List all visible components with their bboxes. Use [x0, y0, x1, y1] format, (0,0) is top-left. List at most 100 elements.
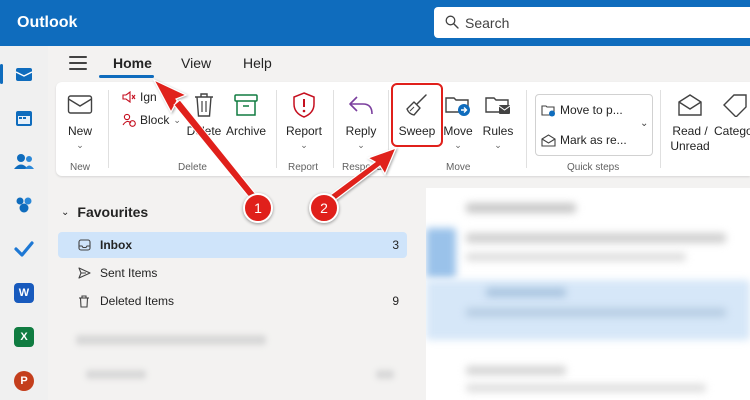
sweep-button[interactable]: Sweep — [396, 90, 438, 139]
group-label-report: Report — [288, 162, 319, 173]
new-label: New — [67, 124, 92, 138]
blurred-accent — [426, 228, 456, 278]
search-placeholder: Search — [465, 15, 510, 31]
categorize-label: Catego — [714, 124, 750, 138]
move-folder-icon — [445, 97, 470, 116]
new-button[interactable]: New ⌄ — [64, 90, 96, 151]
rail-todo-button[interactable] — [0, 227, 48, 271]
block-button[interactable]: Block ⌄ — [122, 113, 181, 127]
quick-step-mark-as-read-label: Mark as re... — [560, 133, 627, 147]
folder-label: Sent Items — [100, 266, 158, 280]
rail-people-button[interactable] — [0, 139, 48, 183]
archive-icon — [234, 94, 258, 116]
rail-mail-button[interactable] — [0, 52, 48, 96]
block-chevron-icon: ⌄ — [173, 114, 181, 125]
word-icon: W — [14, 283, 34, 303]
powerpoint-icon: P — [14, 371, 34, 391]
archive-button[interactable]: Archive — [224, 90, 268, 139]
rail-word-button[interactable]: W — [0, 271, 48, 315]
read-unread-label-line2: Unread — [670, 139, 710, 153]
broom-icon — [406, 94, 427, 116]
todo-check-icon — [14, 241, 34, 257]
app-title: Outlook — [17, 14, 78, 31]
report-button[interactable]: Report ⌄ — [284, 90, 324, 151]
blurred-line — [486, 288, 566, 297]
blurred-line — [466, 233, 726, 243]
mail-icon — [15, 68, 33, 81]
folder-item-inbox[interactable]: Inbox 3 — [58, 232, 407, 258]
ribbon-separator — [276, 90, 277, 168]
menu-hamburger-icon[interactable] — [69, 56, 87, 70]
move-chevron-icon: ⌄ — [454, 140, 462, 150]
blurred-folder — [86, 370, 146, 379]
categorize-button[interactable]: Catego — [714, 90, 750, 139]
app-rail: W X P — [0, 46, 48, 400]
tab-view[interactable]: View — [181, 55, 211, 71]
move-label: Move — [443, 124, 473, 138]
delete-button[interactable]: Delete — [184, 90, 224, 139]
reply-arrow-icon — [349, 96, 373, 115]
unread-count: 9 — [392, 294, 399, 308]
rules-button[interactable]: Rules ⌄ — [480, 90, 516, 151]
ignore-button[interactable]: Ign — [122, 90, 157, 104]
search-box[interactable]: Search — [434, 7, 750, 38]
blurred-line — [466, 384, 706, 392]
search-icon — [445, 15, 459, 29]
report-chevron-icon: ⌄ — [300, 140, 308, 150]
group-label-delete: Delete — [178, 162, 207, 173]
quick-step-move-to[interactable]: Move to p... — [541, 103, 623, 117]
unread-count: 3 — [392, 238, 399, 252]
delete-label: Delete — [186, 124, 222, 138]
group-label-quick-steps: Quick steps — [567, 162, 620, 173]
blurred-line — [466, 308, 726, 317]
report-label: Report — [285, 124, 323, 138]
blurred-count — [376, 370, 394, 379]
read-unread-button[interactable]: Read / Unread — [667, 90, 713, 154]
quick-step-mark-as-read[interactable]: Mark as re... — [541, 133, 627, 147]
ignore-icon — [122, 91, 136, 103]
ribbon-separator — [108, 90, 109, 168]
group-label-move: Move — [446, 162, 471, 173]
rail-powerpoint-button[interactable]: P — [0, 359, 48, 400]
new-mail-icon — [67, 95, 93, 114]
tab-home[interactable]: Home — [113, 55, 152, 71]
message-list — [426, 188, 750, 400]
chevron-down-icon: ⌄ — [61, 206, 70, 218]
rules-icon — [485, 97, 511, 114]
folder-item-sent-items[interactable]: Sent Items — [58, 260, 407, 286]
archive-label: Archive — [225, 124, 266, 138]
mail-open-icon — [678, 94, 702, 116]
group-label-new: New — [70, 162, 91, 173]
block-icon — [122, 113, 136, 127]
block-label: Block — [140, 113, 170, 127]
rail-calendar-button[interactable] — [0, 96, 48, 140]
groups-icon — [16, 197, 32, 213]
new-chevron-icon: ⌄ — [76, 140, 84, 150]
blurred-line — [466, 366, 566, 375]
blurred-message-header — [466, 203, 576, 213]
folder-item-deleted-items[interactable]: Deleted Items 9 — [58, 288, 407, 314]
tab-help[interactable]: Help — [243, 55, 272, 71]
ribbon-separator — [333, 90, 334, 168]
reply-button[interactable]: Reply ⌄ — [342, 90, 380, 151]
folder-pane: ⌄ Favourites Inbox 3 Sent Items Deleted … — [56, 190, 416, 400]
group-label-respond: Respond — [342, 162, 383, 173]
move-button[interactable]: Move ⌄ — [440, 90, 476, 151]
quick-steps-expand-chevron-icon[interactable]: ⌄ — [640, 118, 648, 129]
people-icon — [14, 154, 34, 169]
favourites-header[interactable]: ⌄ Favourites — [61, 204, 148, 220]
trash-icon — [195, 93, 213, 117]
ribbon-separator — [388, 90, 389, 168]
read-unread-label-line1: Read / — [672, 124, 708, 138]
quick-step-move-to-label: Move to p... — [560, 103, 623, 117]
rail-excel-button[interactable]: X — [0, 315, 48, 359]
folder-label: Inbox — [100, 238, 132, 252]
top-bar: Outlook Search — [0, 0, 750, 46]
shield-alert-icon — [293, 92, 315, 118]
excel-icon: X — [14, 327, 34, 347]
rail-groups-button[interactable] — [0, 183, 48, 227]
blurred-line — [466, 253, 686, 261]
mail-open-icon — [541, 133, 556, 147]
ignore-label: Ign — [140, 90, 157, 104]
favourites-label: Favourites — [77, 204, 149, 220]
